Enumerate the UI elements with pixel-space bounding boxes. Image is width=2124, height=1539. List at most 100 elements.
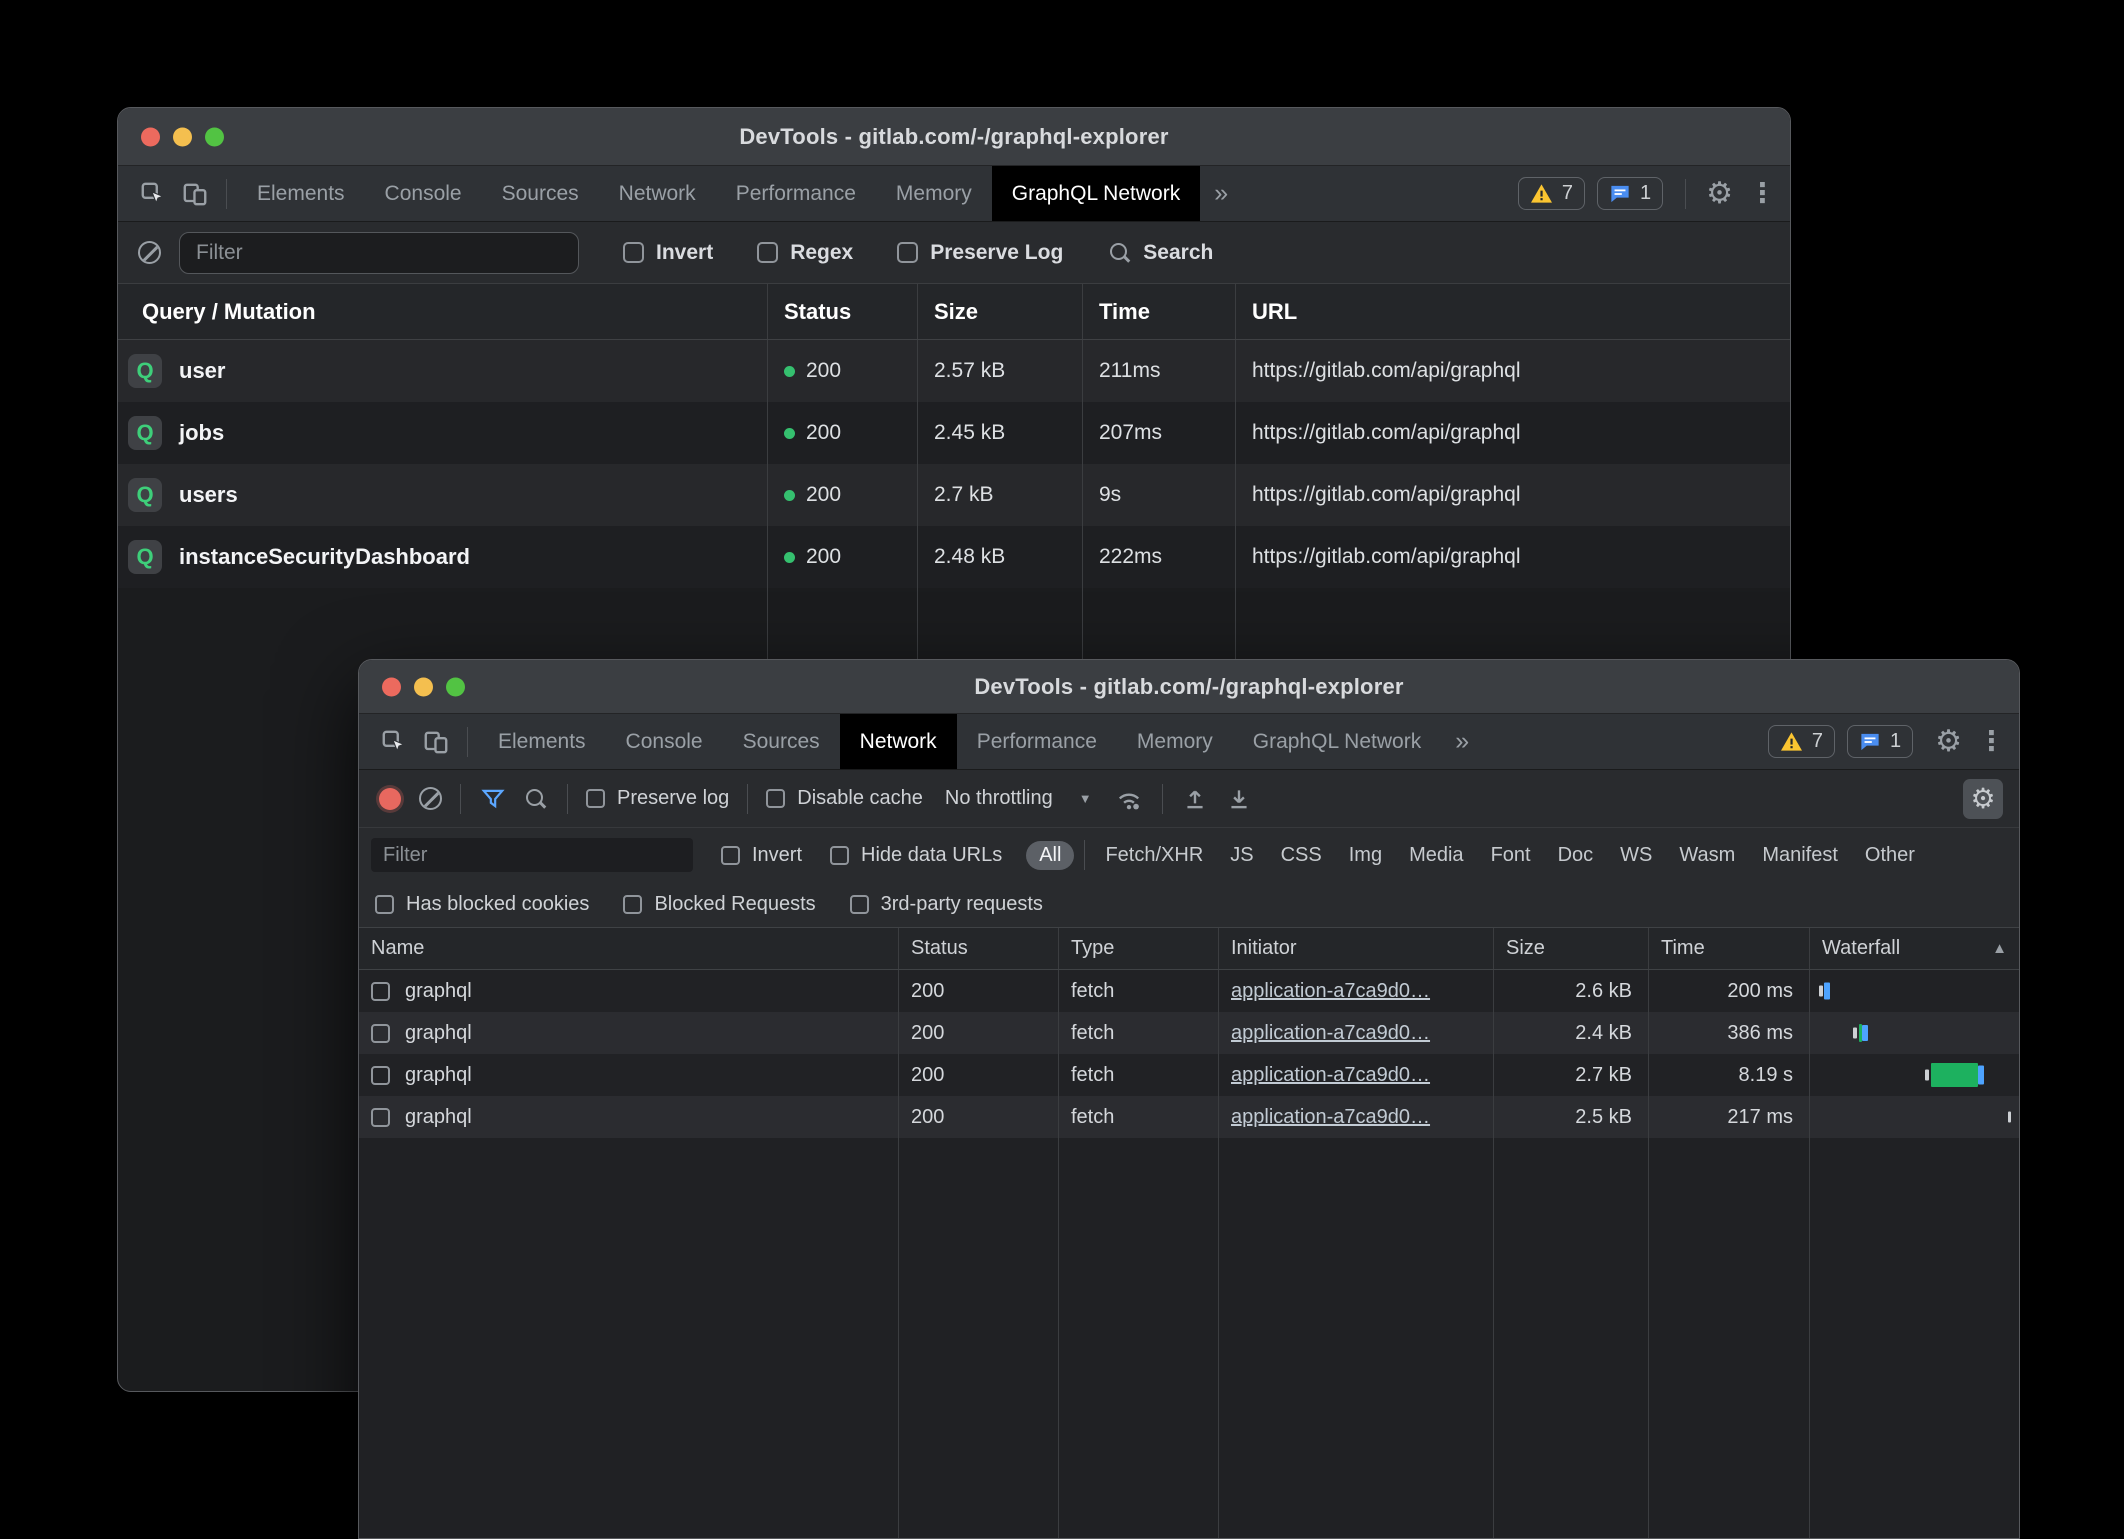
filter-type-ws[interactable]: WS bbox=[1620, 844, 1652, 867]
column-header-waterfall[interactable]: Waterfall ▲ bbox=[1810, 928, 2019, 969]
table-row[interactable]: Q user 200 2.57 kB 211ms https://gitlab.… bbox=[118, 340, 1790, 402]
settings-gear-icon[interactable]: ⚙ bbox=[1706, 179, 1733, 209]
table-row[interactable]: graphql 200 fetch application-a7ca9d0… 2… bbox=[359, 1012, 2019, 1054]
gear-icon: ⚙ bbox=[1970, 785, 1995, 813]
column-header-time[interactable]: Time bbox=[1649, 928, 1810, 969]
search-icon[interactable] bbox=[525, 788, 547, 810]
filter-type-media[interactable]: Media bbox=[1409, 844, 1463, 867]
table-row[interactable]: graphql 200 fetch application-a7ca9d0… 2… bbox=[359, 1054, 2019, 1096]
inspect-element-icon[interactable] bbox=[138, 179, 168, 209]
search-toggle[interactable]: Search bbox=[1109, 241, 1213, 265]
table-row[interactable]: Q users 200 2.7 kB 9s https://gitlab.com… bbox=[118, 464, 1790, 526]
column-header-initiator[interactable]: Initiator bbox=[1219, 928, 1494, 969]
regex-checkbox[interactable]: Regex bbox=[757, 241, 853, 265]
preserve-log-checkbox[interactable]: Preserve Log bbox=[897, 241, 1063, 265]
filter-type-css[interactable]: CSS bbox=[1281, 844, 1322, 867]
column-header-size[interactable]: Size bbox=[1494, 928, 1649, 969]
tab-graphql-network[interactable]: GraphQL Network bbox=[1233, 714, 1441, 769]
zoom-button[interactable] bbox=[446, 677, 465, 696]
invert-checkbox[interactable]: Invert bbox=[721, 844, 802, 867]
filter-input[interactable] bbox=[371, 838, 693, 872]
close-button[interactable] bbox=[382, 677, 401, 696]
size-value: 2.7 kB bbox=[1494, 1054, 1649, 1096]
settings-gear-icon[interactable]: ⚙ bbox=[1935, 727, 1962, 757]
disable-cache-checkbox[interactable]: Disable cache bbox=[766, 787, 923, 810]
filter-type-img[interactable]: Img bbox=[1349, 844, 1382, 867]
overflow-menu-icon[interactable]: ⋮ bbox=[1749, 180, 1776, 207]
table-row[interactable]: graphql 200 fetch application-a7ca9d0… 2… bbox=[359, 970, 2019, 1012]
more-tabs-chevron-icon[interactable]: » bbox=[1441, 714, 1483, 769]
column-header-name[interactable]: Name bbox=[359, 928, 899, 969]
initiator-link[interactable]: application-a7ca9d0… bbox=[1231, 1064, 1430, 1087]
network-conditions-icon[interactable] bbox=[1115, 786, 1143, 812]
clear-icon[interactable] bbox=[419, 787, 442, 810]
record-network-log-icon[interactable] bbox=[379, 788, 401, 810]
issues-badge[interactable]: 1 bbox=[1847, 725, 1913, 758]
inspect-element-icon[interactable] bbox=[379, 727, 409, 757]
blocked-requests-checkbox[interactable]: Blocked Requests bbox=[623, 893, 815, 916]
column-header-size[interactable]: Size bbox=[918, 284, 1083, 339]
tab-elements[interactable]: Elements bbox=[478, 714, 606, 769]
export-har-icon[interactable] bbox=[1226, 786, 1252, 812]
more-tabs-chevron-icon[interactable]: » bbox=[1200, 166, 1242, 221]
tab-performance[interactable]: Performance bbox=[957, 714, 1117, 769]
tab-network[interactable]: Network bbox=[840, 714, 957, 769]
column-header-time[interactable]: Time bbox=[1083, 284, 1236, 339]
device-toolbar-icon[interactable] bbox=[421, 727, 451, 757]
issues-badge[interactable]: 1 bbox=[1597, 177, 1663, 210]
import-har-icon[interactable] bbox=[1182, 786, 1208, 812]
overflow-menu-icon[interactable]: ⋮ bbox=[1978, 728, 2005, 755]
table-row[interactable]: Q instanceSecurityDashboard 200 2.48 kB … bbox=[118, 526, 1790, 588]
tab-elements[interactable]: Elements bbox=[237, 166, 365, 221]
filter-type-font[interactable]: Font bbox=[1491, 844, 1531, 867]
has-blocked-cookies-checkbox[interactable]: Has blocked cookies bbox=[375, 893, 589, 916]
column-header-status[interactable]: Status bbox=[768, 284, 918, 339]
column-header-status[interactable]: Status bbox=[899, 928, 1059, 969]
device-toolbar-icon[interactable] bbox=[180, 179, 210, 209]
tab-memory[interactable]: Memory bbox=[1117, 714, 1233, 769]
table-row[interactable]: Q jobs 200 2.45 kB 207ms https://gitlab.… bbox=[118, 402, 1790, 464]
column-header-url[interactable]: URL bbox=[1236, 284, 1790, 339]
minimize-button[interactable] bbox=[173, 127, 192, 146]
request-url: https://gitlab.com/api/graphql bbox=[1236, 340, 1790, 402]
tab-network[interactable]: Network bbox=[599, 166, 716, 221]
initiator-link[interactable]: application-a7ca9d0… bbox=[1231, 1022, 1430, 1045]
warnings-badge[interactable]: 7 bbox=[1768, 725, 1835, 758]
filter-type-fetch-xhr[interactable]: Fetch/XHR bbox=[1105, 844, 1203, 867]
warnings-badge[interactable]: 7 bbox=[1518, 177, 1585, 210]
third-party-requests-checkbox[interactable]: 3rd-party requests bbox=[850, 893, 1043, 916]
minimize-button[interactable] bbox=[414, 677, 433, 696]
row-checkbox[interactable] bbox=[371, 1066, 390, 1085]
row-checkbox[interactable] bbox=[371, 982, 390, 1001]
row-checkbox[interactable] bbox=[371, 1108, 390, 1127]
filter-funnel-icon[interactable] bbox=[480, 786, 506, 812]
filter-type-manifest[interactable]: Manifest bbox=[1762, 844, 1838, 867]
column-header-type[interactable]: Type bbox=[1059, 928, 1219, 969]
tab-memory[interactable]: Memory bbox=[876, 166, 992, 221]
hide-data-urls-checkbox[interactable]: Hide data URLs bbox=[830, 844, 1002, 867]
initiator-link[interactable]: application-a7ca9d0… bbox=[1231, 980, 1430, 1003]
row-checkbox[interactable] bbox=[371, 1024, 390, 1043]
table-row[interactable]: graphql 200 fetch application-a7ca9d0… 2… bbox=[359, 1096, 2019, 1138]
throttling-dropdown[interactable]: No throttling ▼ bbox=[945, 787, 1092, 810]
tab-sources[interactable]: Sources bbox=[723, 714, 840, 769]
network-settings-button[interactable]: ⚙ bbox=[1963, 779, 2003, 819]
initiator-link[interactable]: application-a7ca9d0… bbox=[1231, 1106, 1430, 1129]
column-header-query-mutation[interactable]: Query / Mutation bbox=[118, 284, 768, 339]
tab-console[interactable]: Console bbox=[365, 166, 482, 221]
invert-checkbox[interactable]: Invert bbox=[623, 241, 713, 265]
close-button[interactable] bbox=[141, 127, 160, 146]
tab-sources[interactable]: Sources bbox=[482, 166, 599, 221]
filter-input[interactable] bbox=[179, 232, 579, 274]
filter-type-js[interactable]: JS bbox=[1230, 844, 1253, 867]
zoom-button[interactable] bbox=[205, 127, 224, 146]
filter-type-doc[interactable]: Doc bbox=[1558, 844, 1594, 867]
tab-console[interactable]: Console bbox=[606, 714, 723, 769]
tab-performance[interactable]: Performance bbox=[716, 166, 876, 221]
tab-graphql-network[interactable]: GraphQL Network bbox=[992, 166, 1200, 221]
preserve-log-checkbox[interactable]: Preserve log bbox=[586, 787, 729, 810]
filter-type-other[interactable]: Other bbox=[1865, 844, 1915, 867]
filter-type-wasm[interactable]: Wasm bbox=[1679, 844, 1735, 867]
filter-type-all[interactable]: All bbox=[1026, 841, 1074, 870]
clear-icon[interactable] bbox=[138, 241, 161, 264]
